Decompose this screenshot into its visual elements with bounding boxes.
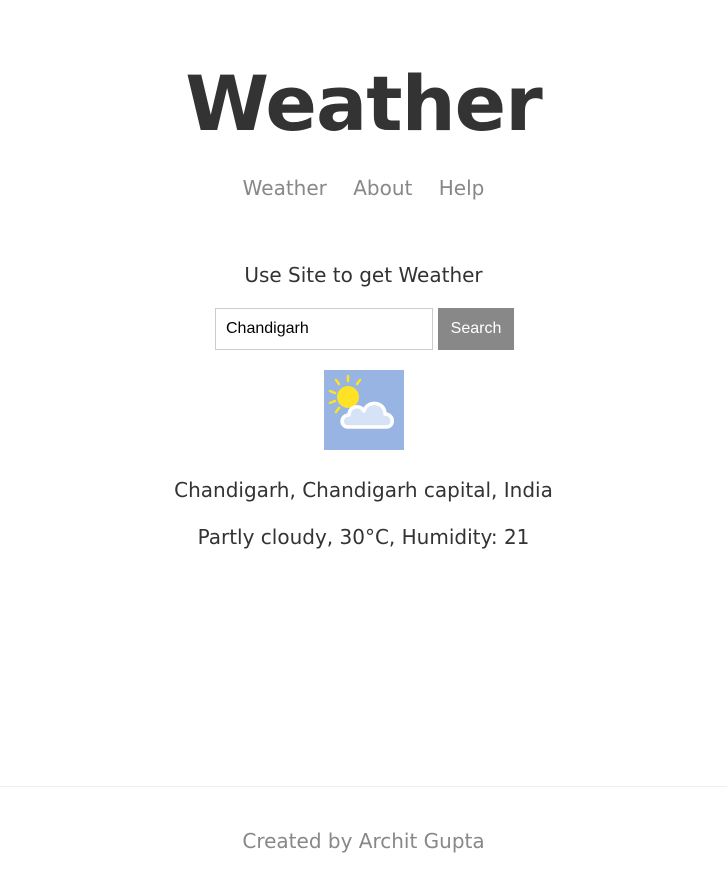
location-input[interactable] <box>215 308 433 350</box>
main-nav: Weather About Help <box>0 174 727 202</box>
search-button[interactable]: Search <box>438 308 514 350</box>
nav-link-help[interactable]: Help <box>439 176 485 200</box>
page-subtitle: Use Site to get Weather <box>244 263 483 287</box>
nav-link-weather[interactable]: Weather <box>243 176 327 200</box>
page: Weather Weather About Help Use Site to g… <box>0 0 727 880</box>
nav-link-about[interactable]: About <box>353 176 412 200</box>
location-text: Chandigarh, Chandigarh capital, India <box>174 478 553 502</box>
footer-credit: Created by Archit Gupta <box>242 829 485 853</box>
forecast-text: Partly cloudy, 30°C, Humidity: 21 <box>197 525 530 549</box>
footer-divider <box>0 786 727 787</box>
page-title: Weather <box>185 59 542 148</box>
partly-cloudy-icon <box>324 370 404 450</box>
